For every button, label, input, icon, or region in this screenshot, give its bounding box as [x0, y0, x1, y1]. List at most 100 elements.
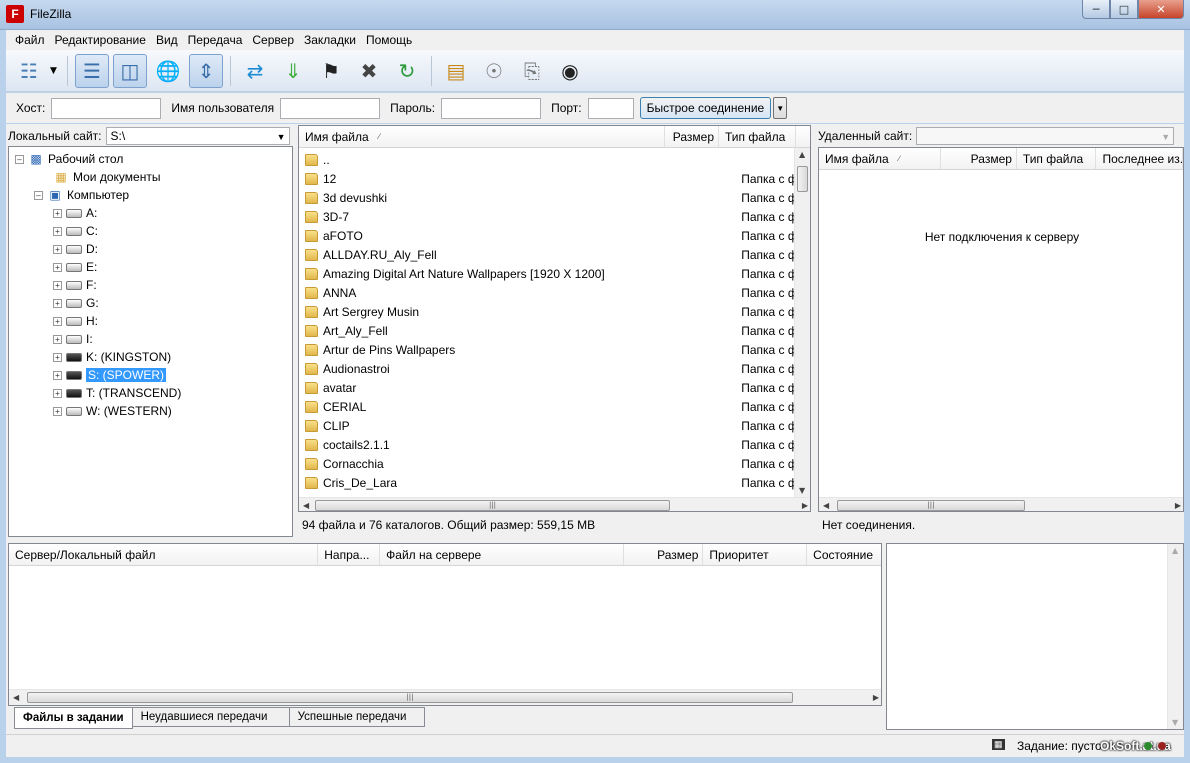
file-row[interactable]: 3D-7 Папка с фай: [299, 207, 810, 226]
column-size[interactable]: Размер: [941, 148, 1017, 169]
scrollbar-thumb[interactable]: [797, 166, 808, 192]
menu-edit[interactable]: Редактирование: [50, 33, 151, 47]
column-size[interactable]: Размер: [665, 126, 719, 147]
scroll-left-icon[interactable]: ◀: [823, 501, 829, 510]
compare-directories-icon[interactable]: ☉: [477, 54, 511, 88]
file-row[interactable]: 12 Папка с фай: [299, 169, 810, 188]
file-row[interactable]: Art Sergrey Musin Папка с фай: [299, 302, 810, 321]
maximize-button[interactable]: □: [1110, 0, 1138, 19]
remote-tree-icon[interactable]: 🌐: [151, 54, 185, 88]
column-direction[interactable]: Напра...: [318, 544, 381, 565]
expand-icon[interactable]: +: [53, 388, 62, 398]
file-row[interactable]: Audionastroi Папка с фай: [299, 359, 810, 378]
directory-listing-filters-icon[interactable]: ▤: [439, 54, 473, 88]
tree-item-drive-a[interactable]: + A:: [15, 204, 292, 222]
remote-site-combo[interactable]: ▼: [916, 127, 1175, 145]
file-row[interactable]: Artur de Pins Wallpapers Папка с фай: [299, 340, 810, 359]
local-site-combo[interactable]: S:\ ▼: [105, 127, 290, 145]
expand-icon[interactable]: +: [53, 208, 62, 218]
file-row[interactable]: Art_Aly_Fell Папка с фай: [299, 321, 810, 340]
chevron-down-icon[interactable]: ▼: [277, 129, 286, 145]
expand-icon[interactable]: +: [53, 262, 62, 272]
expand-icon[interactable]: +: [53, 316, 62, 326]
username-input[interactable]: [280, 97, 381, 119]
local-horizontal-scrollbar[interactable]: ◀ ||| ▶: [299, 497, 810, 511]
tab-queued-files[interactable]: Файлы в задании: [14, 707, 133, 729]
log-vertical-scrollbar[interactable]: ▲ ▼: [1167, 544, 1183, 729]
cancel-icon[interactable]: ⚑: [314, 54, 348, 88]
scrollbar-thumb[interactable]: |||: [27, 692, 793, 703]
search-remote-icon[interactable]: ◉: [553, 54, 587, 88]
sync-browsing-icon[interactable]: ⎘: [515, 54, 549, 88]
expand-icon[interactable]: +: [53, 298, 62, 308]
expand-icon[interactable]: +: [53, 370, 62, 380]
file-row[interactable]: Cornacchia Папка с фай: [299, 454, 810, 473]
scroll-right-icon[interactable]: ▶: [1175, 501, 1181, 510]
tree-item-drive-g[interactable]: + G:: [15, 294, 292, 312]
quickconnect-button[interactable]: Быстрое соединение: [639, 97, 772, 119]
tree-item-drive-d[interactable]: + D:: [15, 240, 292, 258]
column-filename[interactable]: Имя файла ∕: [299, 126, 665, 147]
column-server-local-file[interactable]: Сервер/Локальный файл: [9, 544, 319, 565]
scroll-down-icon[interactable]: ▼: [799, 486, 805, 495]
scroll-left-icon[interactable]: ◀: [303, 501, 309, 510]
port-input[interactable]: [587, 97, 634, 119]
menu-file[interactable]: Файл: [10, 33, 50, 47]
tree-item-drive-s[interactable]: + S: (SPOWER): [15, 366, 292, 384]
collapse-icon[interactable]: –: [15, 154, 24, 164]
tree-item-my-documents[interactable]: ▦ Мои документы: [15, 168, 292, 186]
menu-help[interactable]: Помощь: [361, 33, 417, 47]
tab-successful-transfers[interactable]: Успешные передачи: [288, 707, 425, 727]
file-row[interactable]: CERIAL Папка с фай: [299, 397, 810, 416]
close-button[interactable]: ✕: [1138, 0, 1184, 19]
scroll-right-icon[interactable]: ▶: [802, 501, 808, 510]
menu-transfer[interactable]: Передача: [183, 33, 248, 47]
scroll-right-icon[interactable]: ▶: [873, 693, 879, 702]
expand-icon[interactable]: +: [53, 352, 62, 362]
chevron-down-icon[interactable]: ▼: [50, 66, 60, 76]
collapse-icon[interactable]: –: [34, 190, 43, 200]
column-filename[interactable]: Имя файла ∕: [819, 148, 942, 169]
local-tree-icon[interactable]: ◫: [113, 53, 147, 88]
quickconnect-history-dropdown[interactable]: ▼: [773, 97, 788, 119]
host-input[interactable]: [51, 97, 162, 119]
column-size[interactable]: Размер: [624, 544, 704, 565]
expand-icon[interactable]: +: [53, 226, 62, 236]
site-manager-icon[interactable]: ☷: [12, 54, 46, 88]
remote-horizontal-scrollbar[interactable]: ◀ ||| ▶: [819, 497, 1183, 511]
column-type[interactable]: Тип файла: [719, 126, 796, 147]
tree-item-computer[interactable]: – ▣ Компьютер: [15, 186, 292, 204]
tree-item-drive-w[interactable]: + W: (WESTERN): [15, 402, 292, 420]
transfer-queue-icon[interactable]: ⇕: [189, 53, 223, 88]
refresh-icon[interactable]: ⇄: [238, 54, 272, 88]
menu-server[interactable]: Сервер: [247, 33, 299, 47]
menu-bookmarks[interactable]: Закладки: [299, 33, 361, 47]
scrollbar-thumb[interactable]: |||: [837, 500, 1025, 511]
tree-item-drive-e[interactable]: + E:: [15, 258, 292, 276]
message-log-icon[interactable]: ☰: [75, 53, 109, 88]
file-row[interactable]: coctails2.1.1 Папка с фай: [299, 435, 810, 454]
chevron-down-icon[interactable]: ▼: [1161, 129, 1170, 145]
file-row[interactable]: ALLDAY.RU_Aly_Fell Папка с фай: [299, 245, 810, 264]
scroll-down-icon[interactable]: ▼: [1172, 718, 1178, 727]
local-vertical-scrollbar[interactable]: ▲ ▼: [794, 148, 810, 497]
column-state[interactable]: Состояние: [807, 544, 881, 565]
file-row[interactable]: avatar Папка с фай: [299, 378, 810, 397]
reconnect-icon[interactable]: ↻: [390, 54, 424, 88]
scrollbar-thumb[interactable]: |||: [315, 500, 670, 511]
expand-icon[interactable]: +: [53, 406, 62, 416]
file-row[interactable]: ANNA Папка с фай: [299, 283, 810, 302]
disconnect-icon[interactable]: ✖: [352, 54, 386, 88]
tab-failed-transfers[interactable]: Неудавшиеся передачи: [131, 707, 290, 727]
file-row[interactable]: aFOTO Папка с фай: [299, 226, 810, 245]
expand-icon[interactable]: +: [53, 334, 62, 344]
tree-item-drive-h[interactable]: + H:: [15, 312, 292, 330]
file-row[interactable]: Amazing Digital Art Nature Wallpapers [1…: [299, 264, 810, 283]
password-input[interactable]: [441, 97, 542, 119]
column-type[interactable]: Тип файла: [1017, 148, 1097, 169]
file-row[interactable]: Cris_De_Lara Папка с фай: [299, 473, 810, 492]
expand-icon[interactable]: +: [53, 244, 62, 254]
expand-icon[interactable]: +: [53, 280, 62, 290]
minimize-button[interactable]: ─: [1082, 0, 1110, 19]
menu-view[interactable]: Вид: [151, 33, 183, 47]
